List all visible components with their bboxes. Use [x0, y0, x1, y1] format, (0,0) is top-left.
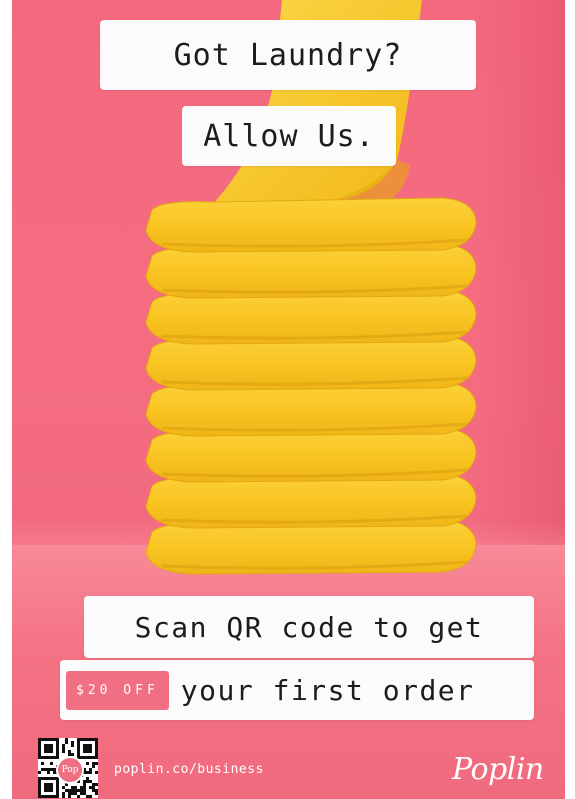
- qr-module: [86, 777, 89, 780]
- qr-module: [86, 762, 89, 765]
- qr-module: [95, 771, 98, 774]
- qr-module: [62, 786, 65, 789]
- qr-module: [77, 795, 80, 798]
- qr-module: [89, 795, 92, 798]
- qr-module: [77, 789, 80, 792]
- qr-module: [41, 762, 44, 765]
- qr-module: [92, 789, 95, 792]
- qr-module: [62, 792, 65, 795]
- poplin-logo: Poplin: [452, 752, 544, 787]
- discount-badge: $20 OFF: [66, 670, 169, 710]
- poster: Got Laundry? Allow Us. Scan QR code to g…: [12, 0, 565, 799]
- qr-module: [62, 747, 65, 750]
- qr-module: [62, 795, 65, 798]
- qr-module: [74, 792, 77, 795]
- qr-module: [50, 768, 53, 771]
- qr-module: [95, 792, 98, 795]
- offer-line-2: $20 OFF your first order: [60, 660, 534, 720]
- headline-line-1: Got Laundry?: [100, 20, 476, 90]
- qr-module: [71, 744, 74, 747]
- qr-module: [89, 780, 92, 783]
- offer-line-1: Scan QR code to get: [84, 596, 534, 658]
- qr-module: [80, 789, 83, 792]
- towel-stack-image: [145, 0, 477, 575]
- qr-module: [80, 792, 83, 795]
- qr-module: [44, 768, 47, 771]
- qr-module: [71, 792, 74, 795]
- qr-module: [68, 795, 71, 798]
- qr-module: [92, 762, 95, 765]
- headline-text-1: Got Laundry?: [173, 37, 403, 73]
- qr-module: [83, 780, 86, 783]
- qr-module: [95, 762, 98, 765]
- qr-module: [71, 789, 74, 792]
- qr-module: [86, 795, 89, 798]
- qr-module: [68, 750, 71, 753]
- headline-line-2: Allow Us.: [182, 106, 396, 166]
- headline-text-2: Allow Us.: [203, 118, 375, 154]
- qr-module: [41, 768, 44, 771]
- qr-module: [83, 792, 86, 795]
- qr-module: [86, 780, 89, 783]
- qr-logo-badge: Pop: [56, 756, 84, 784]
- qr-module: [95, 789, 98, 792]
- qr-module: [92, 783, 95, 786]
- qr-module: [83, 789, 86, 792]
- qr-finder: [83, 744, 92, 753]
- qr-finder: [44, 744, 53, 753]
- qr-module: [65, 789, 68, 792]
- business-url-link[interactable]: poplin.co/business: [114, 762, 264, 777]
- qr-module: [47, 771, 50, 774]
- qr-module: [62, 750, 65, 753]
- qr-module: [80, 786, 83, 789]
- qr-module: [95, 783, 98, 786]
- qr-module: [68, 792, 71, 795]
- qr-module: [74, 786, 77, 789]
- offer-text-1: Scan QR code to get: [134, 610, 484, 644]
- qr-module: [92, 786, 95, 789]
- qr-module: [83, 786, 86, 789]
- qr-module: [47, 768, 50, 771]
- qr-module: [65, 738, 68, 741]
- qr-module: [92, 765, 95, 768]
- qr-module: [89, 786, 92, 789]
- qr-module: [71, 786, 74, 789]
- qr-module: [86, 771, 89, 774]
- qr-module: [62, 744, 65, 747]
- qr-module: [89, 771, 92, 774]
- qr-module: [65, 741, 68, 744]
- qr-code-icon[interactable]: Pop: [38, 738, 98, 798]
- qr-finder: [44, 783, 53, 792]
- qr-module: [38, 771, 41, 774]
- qr-module: [68, 789, 71, 792]
- offer-text-2: your first order: [180, 673, 475, 707]
- qr-module: [74, 789, 77, 792]
- qr-module: [83, 783, 86, 786]
- qr-module: [71, 741, 74, 744]
- qr-module: [50, 762, 53, 765]
- qr-module: [89, 768, 92, 771]
